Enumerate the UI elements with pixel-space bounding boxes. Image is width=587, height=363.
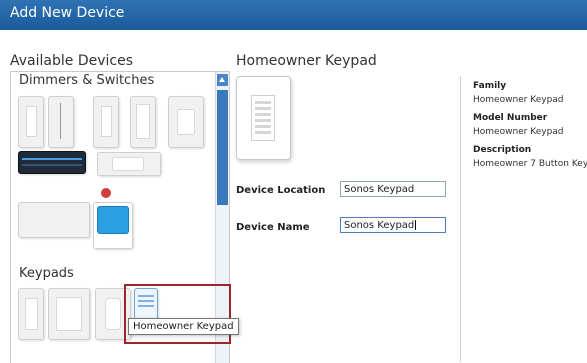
device-thumbnail-keypad[interactable] xyxy=(18,288,44,340)
description-value: Homeowner 7 Button Keypad xyxy=(473,159,587,169)
panel-divider xyxy=(460,76,461,362)
device-tooltip: Homeowner Keypad xyxy=(128,318,239,335)
scroll-thumb[interactable] xyxy=(217,90,228,205)
device-location-label: Device Location xyxy=(236,185,326,196)
scroll-up-arrow-icon[interactable] xyxy=(217,74,228,86)
family-label: Family xyxy=(473,81,507,91)
model-number-value: Homeowner Keypad xyxy=(473,127,564,137)
device-name-label: Device Name xyxy=(236,222,310,233)
device-preview-image xyxy=(236,76,291,160)
device-name-field[interactable]: Sonos Keypad xyxy=(340,217,446,233)
description-label: Description xyxy=(473,145,532,155)
device-thumbnail-wireless-bridge[interactable] xyxy=(93,202,133,249)
device-location-field[interactable]: Sonos Keypad xyxy=(340,181,446,197)
device-thumbnail-paddle-switch[interactable] xyxy=(130,96,156,148)
selected-device-highlight xyxy=(124,284,231,344)
window-title: Add New Device xyxy=(10,5,125,21)
device-thumbnail-seetouch-keypad[interactable] xyxy=(48,288,90,340)
device-thumbnail-switch[interactable] xyxy=(93,96,119,148)
device-thumbnail-plugin-module[interactable] xyxy=(168,96,204,148)
device-thumbnail-dimmer[interactable] xyxy=(18,96,44,148)
family-value: Homeowner Keypad xyxy=(473,95,564,105)
device-thumbnail-power-module[interactable] xyxy=(97,152,161,176)
device-heading: Homeowner Keypad xyxy=(236,53,377,69)
device-thumbnail-slider-dimmer[interactable] xyxy=(48,96,74,148)
text-caret xyxy=(415,220,417,230)
device-thumbnail-main-repeater[interactable] xyxy=(18,151,86,174)
device-thumbnail-panel[interactable] xyxy=(18,202,90,238)
keypad-plate-icon xyxy=(251,95,275,141)
device-name-value: Sonos Keypad xyxy=(344,220,415,231)
category-keypads: Keypads xyxy=(19,266,74,281)
title-bar: Add New Device xyxy=(0,0,587,30)
device-thumbnail-sensor[interactable] xyxy=(101,188,111,198)
available-devices-heading: Available Devices xyxy=(10,53,133,69)
category-dimmers-switches: Dimmers & Switches xyxy=(19,73,155,88)
model-number-label: Model Number xyxy=(473,113,548,123)
